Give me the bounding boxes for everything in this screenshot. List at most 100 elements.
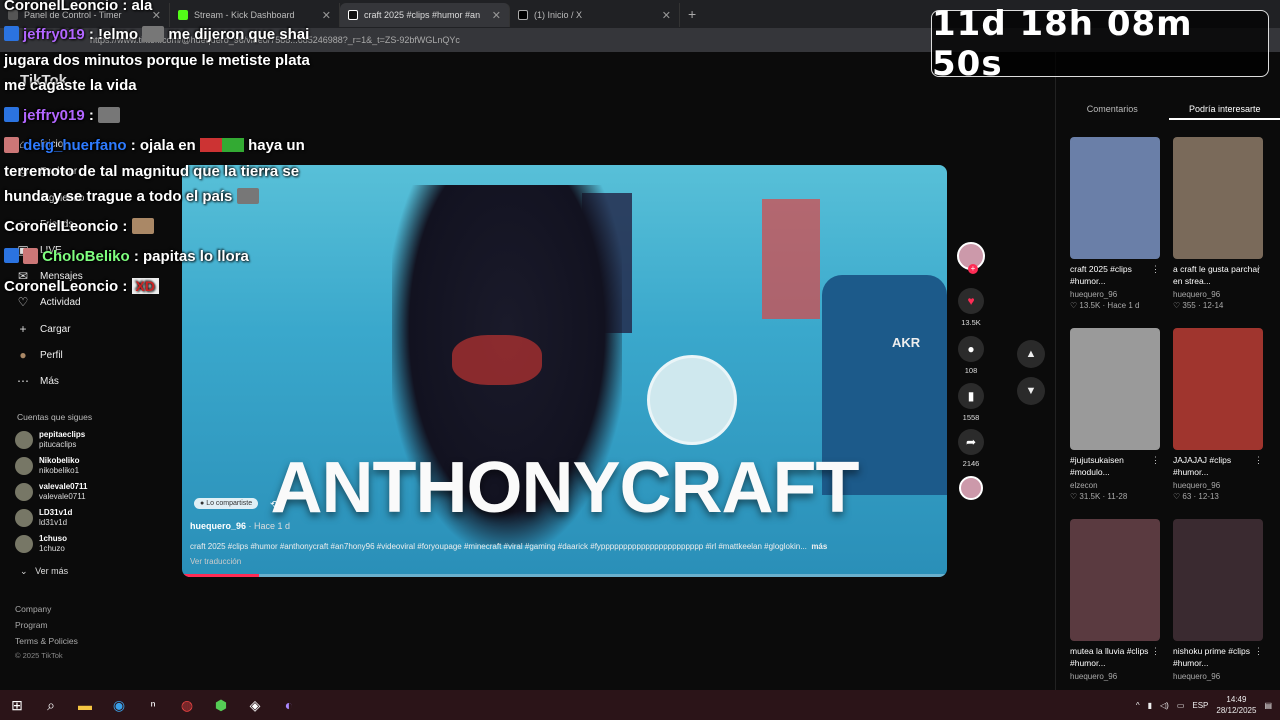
tab-comentarios[interactable]: Comentarios [1056,104,1169,120]
upload-icon: + [19,322,27,336]
app-icon[interactable]: ⁿ [136,690,170,720]
following-account[interactable]: Nikobeliko nikobeliko1 [15,456,79,476]
nav-item-cargar[interactable]: + Cargar [16,322,70,336]
share-icon: ➦ [958,429,984,455]
microphone-icon[interactable]: ▮ [1148,701,1152,710]
next-video-button[interactable]: ▼ [1017,377,1045,405]
app-icon[interactable]: ⬢ [204,690,238,720]
more-options-icon[interactable]: ⋮ [1254,264,1263,275]
tiktok-favicon-icon [348,10,358,20]
nav-item-mas[interactable]: ⋯ Más [16,374,59,388]
close-tab-icon[interactable]: ✕ [322,9,331,22]
following-account[interactable]: valevale0711 valevale0711 [15,482,88,502]
chat-message: CoronelLeoncio : [4,218,154,235]
more-options-icon[interactable]: ⋮ [1151,646,1160,657]
edge-icon[interactable]: ◉ [102,690,136,720]
app-icon[interactable]: ◈ [238,690,272,720]
kick-badge-icon [4,248,19,263]
recommended-video-card[interactable]: a craft le gusta parchar en strea... ⋮ h… [1173,137,1265,310]
more-options-icon[interactable]: ⋮ [1254,646,1263,657]
chat-message: deig_huerfano : ojala en haya un [4,137,305,154]
chat-message: jeffry019 : [4,107,121,124]
profile-icon: ● [19,348,27,362]
browser-icon[interactable]: ◐ [272,690,306,720]
chat-message: CholoBeliko : papitas lo llora [4,248,249,265]
footer-link[interactable]: Company [15,604,51,614]
video-description: craft 2025 #clips #humor #anthonycraft #… [190,542,828,551]
footer-link[interactable]: Program [15,620,48,630]
following-account[interactable]: LD31v1d ld31v1d [15,508,72,528]
footer-link[interactable]: Terms & Policies [15,636,78,646]
repost-icon[interactable]: ⟲ [270,499,278,510]
nav-item-perfil[interactable]: ● Perfil [16,348,62,362]
countdown-timer: 11d 18h 08m 50s [931,4,1269,84]
share-button[interactable]: ➦ 2146 [952,429,990,468]
avatar: + [957,242,985,274]
previous-video-button[interactable]: ▲ [1017,340,1045,368]
chat-message-continued: terremoto de tal magnitud que la tierra … [4,163,300,180]
browser-tab[interactable]: (1) Inicio / X ✕ [510,3,680,27]
avatar [15,483,33,501]
volume-icon[interactable]: ◁) [1160,701,1169,710]
chevron-up-icon[interactable]: ^ [1136,701,1140,710]
like-button[interactable]: ♥ 13.5K [952,288,990,327]
file-explorer-icon[interactable]: ▬ [68,690,102,720]
following-account[interactable]: 1chuso 1chuzo [15,534,67,554]
search-icon[interactable]: ⌕ [34,690,68,720]
more-options-icon[interactable]: ⋮ [1151,264,1160,275]
chevron-up-icon: ▲ [1025,348,1037,360]
browser-tab-active[interactable]: craft 2025 #clips #humor #an ✕ [340,3,510,27]
video-overlay-text: ANTHONYCRAFT [270,448,860,528]
save-button[interactable]: ▮ 1558 [952,383,990,422]
nav-item-actividad[interactable]: ♡ Actividad [16,295,81,309]
network-icon[interactable]: ▭ [1177,701,1185,710]
user-badge-icon [23,248,38,264]
tab-podria-interesarte[interactable]: Podría interesarte [1168,104,1280,120]
creator-avatar-button[interactable]: + [952,242,990,274]
heart-outline-icon: ♡ [1070,492,1078,501]
recommended-video-card[interactable]: craft 2025 #clips #humor... ⋮ huequero_9… [1070,137,1162,310]
input-language[interactable]: ESP [1192,701,1208,710]
heart-outline-icon: ♡ [1173,492,1181,501]
video-thumbnail [1173,519,1263,641]
activity-icon: ♡ [17,295,29,309]
close-tab-icon[interactable]: ✕ [152,9,161,22]
system-tray: ^ ▮ ◁) ▭ ESP 14:49 28/12/2025 ▤ [1136,690,1272,720]
close-tab-icon[interactable]: ✕ [662,9,671,22]
more-link[interactable]: más [811,542,827,551]
see-more-button[interactable]: ⌄ Ver más [20,566,68,577]
obs-icon[interactable]: ◍ [170,690,204,720]
video-author[interactable]: huequero_96 · Hace 1 d [190,521,290,531]
follow-plus-icon[interactable]: + [968,264,978,274]
emote-icon [236,188,259,204]
chevron-down-icon: ▼ [1025,385,1037,397]
recommended-video-card[interactable]: JAJAJAJ #clips #humor... ⋮ huequero_96 ♡… [1173,328,1265,501]
recommended-video-card[interactable]: nishoku prime #clips #humor... ⋮ huequer… [1173,519,1265,681]
recommended-video-card[interactable]: mutea la lluvia #clips #humor... ⋮ huequ… [1070,519,1162,681]
chat-message-continued: jugara dos minutos porque le metiste pla… [4,52,310,69]
following-account[interactable]: pepitaeclips pitucaclips [15,430,85,450]
video-player[interactable]: AKR ANTHONYCRAFT ● Lo compartiste ⟲ hueq… [182,165,947,577]
more-icon: ⋯ [17,374,29,388]
chat-message: CoronelLeoncio : ala [4,0,153,14]
heart-outline-icon: ♡ [1070,301,1078,310]
video-progress-bar[interactable] [182,574,947,577]
notifications-icon[interactable]: ▤ [1264,701,1272,710]
emote-icon [142,26,165,42]
more-options-icon[interactable]: ⋮ [1254,455,1263,466]
close-tab-icon[interactable]: ✕ [492,9,501,22]
heart-icon: ♥ [958,288,984,314]
heart-outline-icon: ♡ [1173,301,1181,310]
browser-tab[interactable]: Stream - Kick Dashboard ✕ [170,3,340,27]
new-tab-button[interactable]: + [688,6,696,22]
clock[interactable]: 14:49 28/12/2025 [1216,694,1256,716]
windows-start-icon[interactable]: ⊞ [0,690,34,720]
comment-button[interactable]: ● 108 [952,336,990,375]
comment-icon: ● [958,336,984,362]
recommended-video-card[interactable]: #jujutsukaisen #modulo... ⋮ elzecon ♡ 31… [1070,328,1162,501]
avatar [959,476,983,500]
see-translation-link[interactable]: Ver traducción [190,557,241,566]
more-options-icon[interactable]: ⋮ [1151,455,1160,466]
sound-avatar-button[interactable] [952,476,990,500]
bookmark-icon: ▮ [958,383,984,409]
